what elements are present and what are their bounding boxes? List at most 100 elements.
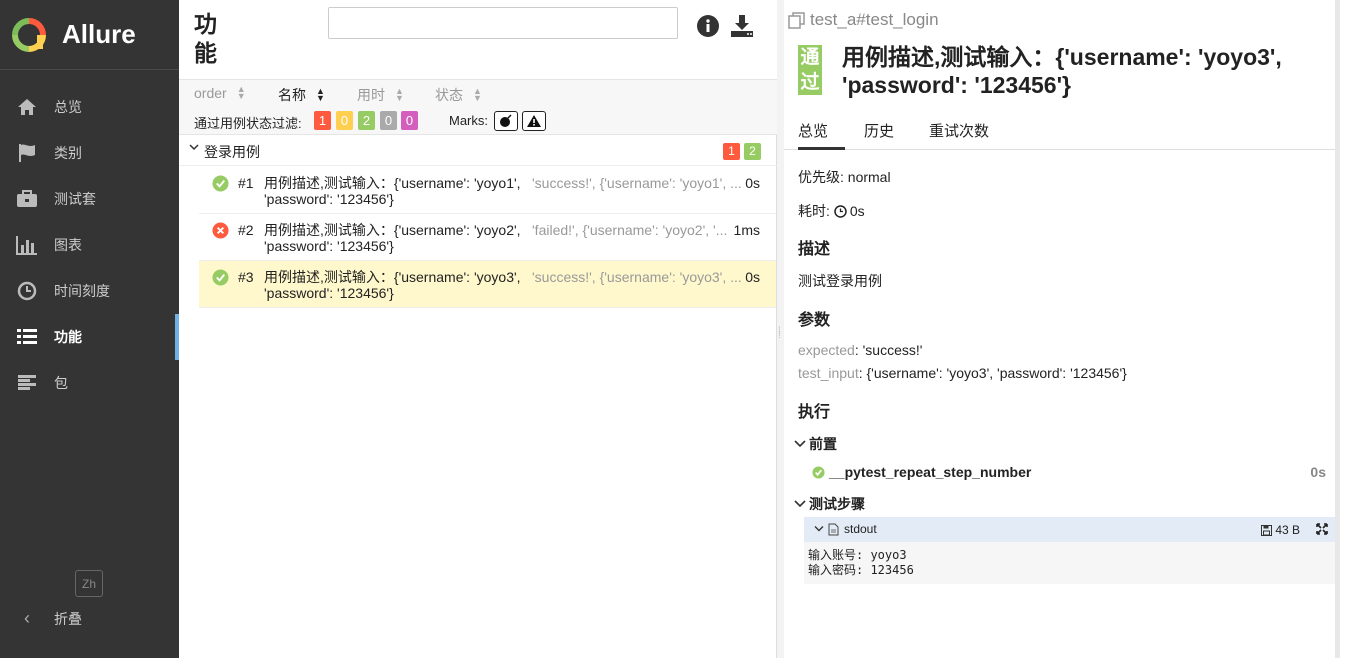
scrollbar[interactable] — [1335, 0, 1340, 658]
stdout-line: 输入密码: 123456 — [808, 563, 914, 577]
test-name: 用例描述,测试输入：{'username': 'yoyo2', 'passwor… — [264, 222, 521, 254]
sidebar-item-timeline[interactable]: 时间刻度 — [0, 268, 179, 314]
test-title: 用例描述,测试输入：{'username': 'yoyo3', 'passwor… — [842, 44, 1282, 98]
sidebar-item-label: 时间刻度 — [54, 283, 110, 299]
search-input[interactable] — [328, 7, 678, 39]
test-steps-heading: 测试步骤 — [809, 496, 865, 512]
sort-by-status[interactable]: 状态 ▲ ▼ — [435, 85, 482, 105]
group-name: 登录用例 — [204, 144, 260, 160]
test-params: 'success!', {'username': 'yoyo1', ... — [532, 175, 742, 191]
mark-flaky-toggle[interactable] — [494, 111, 518, 131]
filter-unknown-toggle[interactable]: 0 — [401, 111, 418, 130]
test-steps-section-toggle[interactable]: 测试步骤 — [794, 494, 865, 514]
group-failed-count: 1 — [723, 143, 740, 160]
filter-passed-toggle[interactable]: 2 — [358, 111, 375, 130]
sort-icon: ▲ ▼ — [236, 84, 246, 101]
test-row[interactable]: #3 用例描述,测试输入：{'username': 'yoyo3', 'pass… — [199, 261, 776, 308]
collapse-button[interactable]: ‹ 折叠 — [16, 608, 82, 629]
chevron-down-icon — [814, 526, 824, 532]
description-heading: 描述 — [798, 241, 831, 258]
test-number: #2 — [238, 222, 254, 238]
duration-label: 耗时: — [798, 203, 830, 219]
test-row[interactable]: #2 用例描述,测试输入：{'username': 'yoyo2', 'pass… — [199, 214, 776, 261]
status-badge-line: 过 — [800, 72, 820, 93]
sidebar-item-label: 包 — [54, 375, 68, 391]
sidebar-item-label: 测试套 — [54, 191, 96, 207]
page-title-line: 能 — [194, 40, 217, 66]
briefcase-icon — [16, 188, 38, 210]
sidebar-item-behaviors[interactable]: 功能 — [0, 314, 179, 360]
pane-splitter[interactable]: ⁞ ⁞ — [777, 0, 784, 658]
sort-by-order[interactable]: order ▲ ▼ — [194, 84, 246, 102]
bomb-icon — [500, 114, 512, 127]
sidebar-nav: 总览 类别 测试套 图表 时间刻度 功能 包 — [0, 84, 179, 406]
attachment-size: 43 B — [1261, 523, 1300, 537]
setup-heading: 前置 — [809, 436, 837, 452]
attachment-title: stdout — [814, 522, 877, 536]
collapse-label: 折叠 — [54, 610, 82, 627]
filter-broken-toggle[interactable]: 0 — [336, 111, 353, 130]
sort-icon: ▲ ▼ — [316, 86, 325, 103]
warning-icon — [527, 115, 541, 127]
attachment-header[interactable]: stdout 43 B — [804, 517, 1340, 542]
tab-history[interactable]: 历史 — [864, 120, 894, 150]
group-passed-count: 2 — [744, 143, 761, 160]
home-icon — [16, 96, 38, 118]
download-icon[interactable] — [730, 14, 754, 38]
step-name: __pytest_repeat_step_number — [829, 464, 1032, 480]
tree-pane: 功 能 order ▲ ▼ 名称 ▲ ▼ 用时 ▲ ▼ 状态 ▲ ▼ 通过用例状态过滤:… — [179, 0, 777, 658]
status-badge: 通 过 — [798, 45, 822, 95]
attachment-name: stdout — [844, 522, 877, 536]
setup-step[interactable]: __pytest_repeat_step_number 0s — [812, 462, 1326, 482]
sort-label: 名称 — [278, 87, 306, 103]
sidebar-item-overview[interactable]: 总览 — [0, 84, 179, 130]
step-duration: 0s — [1310, 464, 1326, 480]
sort-bar: order ▲ ▼ 名称 ▲ ▼ 用时 ▲ ▼ 状态 ▲ ▼ — [179, 80, 777, 108]
list-icon — [16, 326, 38, 348]
duration-info: 耗时: 0s — [798, 201, 865, 221]
mark-new-failed-toggle[interactable] — [522, 111, 546, 131]
page-title: 功 能 — [194, 10, 224, 68]
flag-icon — [16, 142, 38, 164]
breadcrumb[interactable]: test_a#test_login — [788, 10, 939, 30]
attachment-size-text: 43 B — [1275, 523, 1300, 537]
tree-group-login[interactable]: 登录用例 1 2 — [179, 136, 777, 166]
test-params: 'failed!', {'username': 'yoyo2', '... — [532, 222, 728, 238]
test-duration: 1ms — [733, 222, 760, 238]
sort-by-duration[interactable]: 用时 ▲ ▼ — [357, 85, 404, 105]
chevron-left-icon: ‹ — [24, 608, 30, 628]
sort-by-name[interactable]: 名称 ▲ ▼ — [278, 85, 325, 105]
filter-skipped-toggle[interactable]: 0 — [380, 111, 397, 130]
sort-label: 状态 — [435, 87, 463, 103]
filter-failed-toggle[interactable]: 1 — [314, 111, 331, 130]
chevron-down-icon — [189, 144, 199, 151]
expand-icon[interactable] — [1316, 523, 1328, 535]
sort-icon: ▲ ▼ — [395, 86, 404, 103]
parameters-heading: 参数 — [798, 312, 831, 329]
drag-handle-icon: ⁞ ⁞ — [778, 326, 781, 341]
priority-info: 优先级: normal — [798, 169, 891, 185]
tab-overview[interactable]: 总览 — [798, 120, 845, 150]
brand[interactable]: Allure — [0, 0, 179, 70]
parameter-row: expected: 'success!' — [798, 342, 923, 358]
detail-tabs: 总览 历史 重试次数 — [784, 112, 1340, 150]
test-duration: 0s — [745, 175, 760, 191]
clock-icon — [834, 204, 847, 218]
sort-label: 用时 — [357, 87, 385, 103]
test-row[interactable]: #1 用例描述,测试输入：{'username': 'yoyo1', 'pass… — [199, 167, 776, 214]
info-icon[interactable] — [696, 14, 720, 38]
sidebar: Allure 总览 类别 测试套 图表 时间刻度 功能 包 Zh ‹ 折叠 — [0, 0, 179, 658]
sidebar-item-categories[interactable]: 类别 — [0, 130, 179, 176]
stdout-content: 输入账号: yoyo3 输入密码: 123456 — [804, 542, 1340, 584]
sidebar-item-graphs[interactable]: 图表 — [0, 222, 179, 268]
language-switch-button[interactable]: Zh — [75, 570, 103, 597]
duration-value: 0s — [849, 203, 865, 219]
brand-name: Allure — [62, 19, 136, 49]
setup-section-toggle[interactable]: 前置 — [794, 434, 837, 454]
sidebar-item-packages[interactable]: 包 — [0, 360, 179, 406]
parameter-value: 'success!' — [862, 342, 923, 358]
sidebar-item-suites[interactable]: 测试套 — [0, 176, 179, 222]
test-params: 'success!', {'username': 'yoyo3', ... — [532, 269, 742, 285]
copy-icon — [788, 11, 805, 29]
tab-retries[interactable]: 重试次数 — [929, 120, 989, 150]
